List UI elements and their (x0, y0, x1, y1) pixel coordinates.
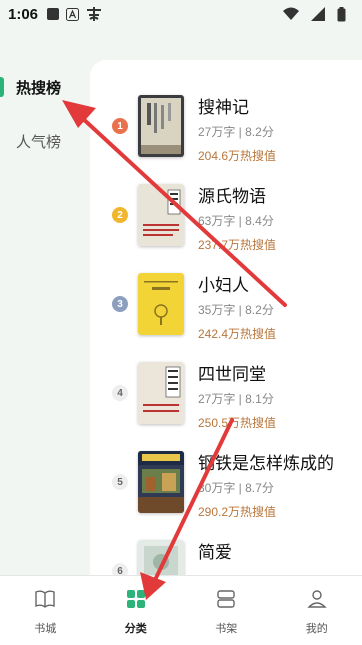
bottom-tab-bar: 书城 分类 书架 我的 (0, 575, 362, 645)
list-item[interactable]: 4 四世同堂 27万字 | 8.1分 250.5万热搜值 (90, 362, 362, 452)
tab-category[interactable]: 分类 (91, 576, 182, 645)
book-meta: 35万字 | 8.2分 (198, 303, 274, 317)
tab-label: 分类 (124, 623, 147, 635)
rank-badge: 6 (112, 563, 128, 575)
hot-search-value: 242.4万热搜值 (198, 327, 277, 341)
book-title: 搜神记 (198, 98, 249, 117)
list-item[interactable]: 2 源氏物语 63万字 | 8.4分 237.7万热搜值 (90, 184, 362, 274)
book-title: 简爱 (198, 543, 232, 562)
app-icon (85, 6, 103, 22)
sidebar-item-label: 人气榜 (16, 133, 62, 151)
hot-search-value: 237.7万热搜值 (198, 238, 277, 252)
book-meta: 30万字 | 8.7分 (198, 481, 274, 495)
list-item[interactable]: 3 小妇人 35万字 | 8.2分 242.4万热搜值 (90, 273, 362, 363)
list-item[interactable]: 5 钢铁是怎样炼成的 30万字 | 8.7分 290.2万热搜值 (90, 451, 362, 541)
clock: 1:06 (8, 5, 39, 23)
battery-icon (337, 6, 346, 22)
status-bar: 1:06 (0, 0, 362, 28)
tab-profile[interactable]: 我的 (272, 576, 362, 645)
book-title: 四世同堂 (198, 365, 266, 384)
book-title: 钢铁是怎样炼成的 (198, 454, 334, 473)
book-ranking-list: 1 搜神记 27万字 | 8.2分 204.6万热搜值 2 源氏物语 63万字 … (90, 60, 362, 575)
grid-icon (126, 589, 146, 614)
list-item[interactable]: 1 搜神记 27万字 | 8.2分 204.6万热搜值 (90, 95, 362, 185)
gallery-icon (46, 7, 60, 21)
bookshelf-icon (215, 589, 237, 614)
book-cover-image[interactable] (138, 95, 184, 157)
book-meta: 27万字 | 8.2分 (198, 125, 274, 139)
user-icon (306, 589, 328, 614)
book-cover-image[interactable] (138, 362, 184, 424)
a-icon (66, 7, 80, 21)
sidebar-item-popularity[interactable]: 人气榜 (0, 114, 90, 168)
open-book-icon (34, 589, 56, 614)
wifi-icon (283, 7, 299, 21)
book-title: 源氏物语 (198, 187, 266, 206)
book-cover-image[interactable] (138, 540, 184, 575)
sidebar-item-label: 热搜榜 (16, 79, 62, 97)
tab-label: 我的 (305, 623, 328, 635)
rank-badge: 5 (112, 474, 128, 490)
book-cover-image[interactable] (138, 184, 184, 246)
book-cover-image[interactable] (138, 451, 184, 513)
hot-search-value: 204.6万热搜值 (198, 149, 277, 163)
tab-bookstore[interactable]: 书城 (0, 576, 91, 645)
rank-badge: 3 (112, 296, 128, 312)
ranking-sidebar: 热搜榜 人气榜 (0, 60, 90, 168)
book-meta: 27万字 | 8.1分 (198, 392, 274, 406)
book-cover-image[interactable] (138, 273, 184, 335)
signal-icon (311, 7, 325, 21)
rank-badge: 4 (112, 385, 128, 401)
rank-badge: 1 (112, 118, 128, 134)
book-meta: 63万字 | 8.4分 (198, 214, 274, 228)
tab-bookshelf[interactable]: 书架 (181, 576, 272, 645)
hot-search-value: 250.5万热搜值 (198, 416, 277, 430)
list-item[interactable]: 6 简爱 (90, 540, 362, 575)
book-title: 小妇人 (198, 276, 249, 295)
sidebar-item-hot-search[interactable]: 热搜榜 (0, 60, 90, 114)
hot-search-value: 290.2万热搜值 (198, 505, 277, 519)
rank-badge: 2 (112, 207, 128, 223)
tab-label: 书城 (34, 623, 57, 635)
tab-label: 书架 (215, 623, 238, 635)
